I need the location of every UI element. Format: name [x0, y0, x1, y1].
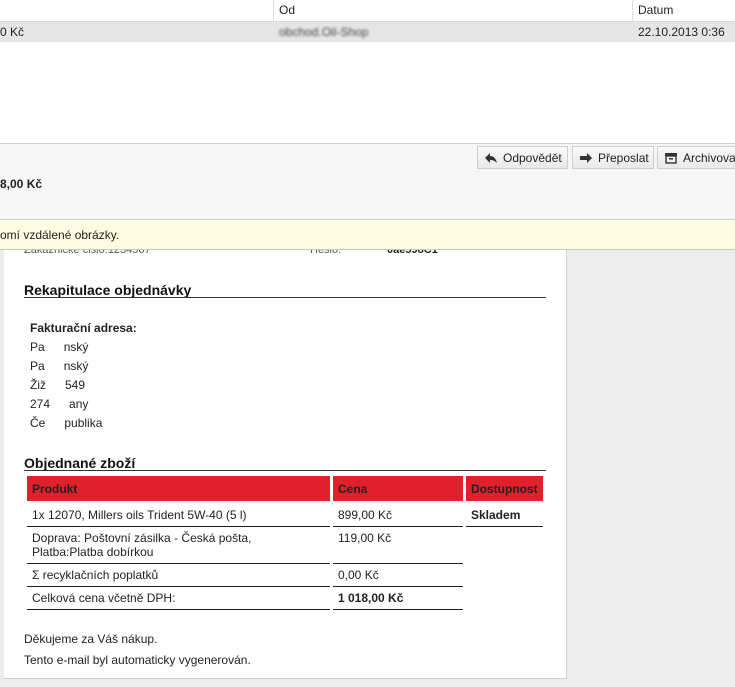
product-cell: Doprava: Poštovní zásilka - Česká pošta,… — [27, 527, 330, 564]
reply-icon — [485, 152, 497, 163]
billing-address-label: Fakturační adresa: — [30, 321, 137, 335]
order-recap-title: Rekapitulace objednávky — [24, 282, 192, 298]
billing-address-line: Žiž 549 — [30, 378, 86, 392]
forward-label: Přeposlat — [598, 150, 649, 165]
message-date: 22.10.2013 0:36 — [638, 25, 725, 39]
forward-button[interactable]: Přeposlat — [572, 146, 654, 169]
message-sender: obchod.Oil-Shop — [279, 25, 369, 39]
price-cell: 0,00 Kč — [333, 564, 463, 587]
table-row: Doprava: Poštovní zásilka - Česká pošta,… — [27, 527, 543, 564]
price-cell: 119,00 Kč — [333, 527, 463, 564]
remote-images-notice-text: omí vzdálené obrázky. — [0, 228, 120, 242]
table-row: Celková cena včetně DPH: 1 018,00 Kč — [27, 587, 543, 610]
availability-cell: Skladem — [466, 504, 543, 527]
product-cell: Celková cena včetně DPH: — [27, 587, 330, 610]
table-header-row: Produkt Cena Dostupnost — [27, 476, 543, 504]
archive-button[interactable]: Archivova — [657, 146, 735, 169]
price-cell: 1 018,00 Kč — [333, 587, 463, 610]
availability-cell — [466, 564, 543, 587]
product-cell: 1x 12070, Millers oils Trident 5W-40 (5 … — [27, 504, 330, 527]
availability-cell — [466, 527, 543, 564]
table-row: 1x 12070, Millers oils Trident 5W-40 (5 … — [27, 504, 543, 527]
thank-you-text: Děkujeme za Váš nákup. — [24, 632, 158, 646]
column-header-from[interactable]: Od — [279, 3, 295, 17]
ordered-items-title: Objednané zboží — [24, 455, 136, 471]
auto-generated-note: Tento e-mail byl automaticky vygenerován… — [24, 653, 251, 667]
billing-address-line: Pa nský — [30, 359, 89, 373]
billing-address-line: 274 any — [30, 397, 89, 411]
column-header-product: Produkt — [27, 476, 330, 504]
column-separator[interactable] — [632, 0, 633, 21]
section-divider — [24, 470, 546, 471]
forward-icon — [580, 152, 592, 163]
reply-button[interactable]: Odpovědět — [477, 146, 568, 169]
section-divider — [24, 297, 546, 298]
column-header-price: Cena — [333, 476, 463, 504]
product-cell: Σ recyklačních poplatků — [27, 564, 330, 587]
billing-address-line: Pa nský — [30, 340, 89, 354]
archive-label: Archivova — [683, 150, 735, 165]
order-items-table: Produkt Cena Dostupnost 1x 12070, Miller… — [24, 476, 546, 610]
column-separator[interactable] — [273, 0, 274, 21]
column-header-date[interactable]: Datum — [638, 3, 673, 17]
archive-icon — [665, 152, 677, 164]
reply-label: Odpovědět — [503, 150, 562, 165]
message-list-header — [0, 0, 735, 22]
billing-address-line: Če publika — [30, 416, 103, 430]
table-row: Σ recyklačních poplatků 0,00 Kč — [27, 564, 543, 587]
price-cell: 899,00 Kč — [333, 504, 463, 527]
column-header-availability: Dostupnost — [466, 476, 543, 504]
availability-cell — [466, 587, 543, 610]
message-amount-fragment: 0 Kč — [0, 25, 25, 39]
preview-amount-fragment: 8,00 Kč — [0, 177, 43, 191]
